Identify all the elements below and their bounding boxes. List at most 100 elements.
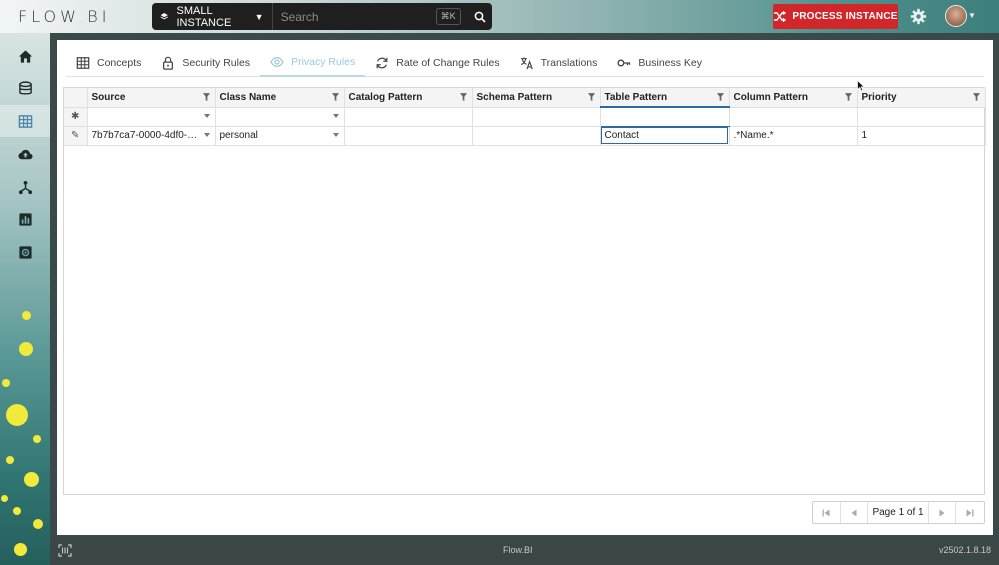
edit-row-marker: ✎ xyxy=(64,126,88,146)
column-header-priority[interactable]: Priority xyxy=(857,88,986,108)
instance-search-bar: SMALL INSTANCE ▼ ⌘K xyxy=(152,3,492,30)
header-row: Source Class Name Catalog Pattern Schema… xyxy=(64,88,986,108)
main-panel: Concepts Security Rules Privacy Rules Ra… xyxy=(57,40,993,535)
filter-icon[interactable] xyxy=(844,93,852,101)
column-header-table-pattern[interactable]: Table Pattern xyxy=(600,88,730,108)
chart-icon xyxy=(18,212,32,226)
graph-icon xyxy=(18,180,32,194)
process-instance-button[interactable]: PROCESS INSTANCE xyxy=(773,4,898,29)
dropdown-arrow-icon[interactable] xyxy=(332,132,339,137)
new-source-cell[interactable] xyxy=(87,107,216,127)
filter-icon[interactable] xyxy=(331,93,339,101)
app-version: v2502.1.8.18 xyxy=(938,545,991,555)
top-bar: FLOW.BI SMALL INSTANCE ▼ ⌘K PROCESS INST… xyxy=(0,0,999,33)
next-page-button[interactable] xyxy=(929,502,957,523)
footer-brand: Flow.BI xyxy=(503,545,533,555)
tab-label: Business Key xyxy=(638,57,703,69)
rules-table: Source Class Name Catalog Pattern Schema… xyxy=(64,88,986,146)
table-icon xyxy=(76,57,90,69)
decor-dot xyxy=(6,456,14,464)
filter-icon[interactable] xyxy=(587,93,595,101)
new-column-pattern-cell[interactable] xyxy=(729,107,858,127)
column-header-schema-pattern[interactable]: Schema Pattern xyxy=(472,88,601,108)
chevron-down-icon: ▼ xyxy=(254,11,264,22)
tab-security-rules[interactable]: Security Rules xyxy=(151,49,260,77)
sidebar-item-upload[interactable] xyxy=(0,138,50,170)
class-name-cell[interactable]: personal xyxy=(215,126,345,146)
instance-selector[interactable]: SMALL INSTANCE ▼ xyxy=(152,3,273,30)
sidebar-item-database[interactable] xyxy=(0,72,50,104)
new-schema-pattern-cell[interactable] xyxy=(472,107,601,127)
search-button[interactable] xyxy=(469,3,492,30)
instance-label: SMALL INSTANCE xyxy=(176,4,232,29)
rule-tabs: Concepts Security Rules Privacy Rules Ra… xyxy=(66,49,984,77)
shortcut-hint: ⌘K xyxy=(435,8,461,25)
eye-icon xyxy=(270,57,284,67)
search-input[interactable] xyxy=(272,3,436,30)
shuffle-icon xyxy=(774,11,787,22)
previous-page-icon xyxy=(851,509,857,516)
first-page-button[interactable] xyxy=(813,502,841,523)
new-priority-cell[interactable] xyxy=(857,107,986,127)
new-class-name-cell[interactable] xyxy=(215,107,345,127)
column-header-column-pattern[interactable]: Column Pattern xyxy=(729,88,858,108)
column-header-catalog-pattern[interactable]: Catalog Pattern xyxy=(344,88,473,108)
catalog-pattern-cell[interactable] xyxy=(344,126,473,146)
previous-page-button[interactable] xyxy=(841,502,869,523)
new-table-pattern-cell[interactable] xyxy=(600,107,730,127)
cloud-upload-icon xyxy=(17,149,33,159)
table-pattern-cell[interactable]: Contact xyxy=(600,126,730,146)
settings-gear-icon[interactable] xyxy=(910,8,927,25)
sidebar-item-settings[interactable] xyxy=(0,236,50,268)
home-icon xyxy=(18,49,32,63)
column-header-class-name[interactable]: Class Name xyxy=(215,88,345,108)
dropdown-arrow-icon[interactable] xyxy=(332,113,339,118)
schema-pattern-cell[interactable] xyxy=(472,126,601,146)
column-label: Table Pattern xyxy=(604,91,668,103)
lock-icon xyxy=(163,56,174,70)
tab-rate-of-change-rules[interactable]: Rate of Change Rules xyxy=(365,49,509,77)
decor-dot xyxy=(13,507,21,515)
chevron-down-icon[interactable]: ▼ xyxy=(968,11,976,20)
new-catalog-pattern-cell[interactable] xyxy=(344,107,473,127)
sidebar-item-tables[interactable] xyxy=(0,105,50,137)
row-header-corner xyxy=(64,88,88,108)
decor-dot xyxy=(24,472,39,487)
pagination: Page 1 of 1 xyxy=(812,501,985,524)
scan-icon[interactable] xyxy=(58,544,72,557)
sidebar xyxy=(0,33,50,565)
first-page-icon xyxy=(822,509,830,516)
decor-dot xyxy=(33,435,41,443)
column-header-source[interactable]: Source xyxy=(87,88,216,108)
decor-dot xyxy=(14,543,27,556)
filter-icon[interactable] xyxy=(202,93,210,101)
status-footer: Flow.BI v2502.1.8.18 xyxy=(50,536,999,565)
table-row[interactable]: ✎ 7b7b7ca7-0000-4df0-… personal Contact … xyxy=(64,126,986,146)
tab-business-key[interactable]: Business Key xyxy=(607,49,712,77)
tab-concepts[interactable]: Concepts xyxy=(66,49,151,77)
column-label: Schema Pattern xyxy=(476,91,553,103)
sidebar-item-lineage[interactable] xyxy=(0,171,50,203)
decor-dot xyxy=(33,519,43,529)
last-page-button[interactable] xyxy=(956,502,984,523)
cell-value: 7b7b7ca7-0000-4df0-… xyxy=(91,130,198,141)
sidebar-item-reports[interactable] xyxy=(0,203,50,235)
filter-icon[interactable] xyxy=(716,93,724,101)
priority-cell[interactable]: 1 xyxy=(857,126,986,146)
decor-dot xyxy=(1,495,8,502)
app-logo[interactable]: FLOW.BI xyxy=(18,7,110,26)
translate-icon xyxy=(520,57,533,70)
source-cell[interactable]: 7b7b7ca7-0000-4df0-… xyxy=(87,126,216,146)
filter-icon[interactable] xyxy=(972,93,980,101)
cell-value: personal xyxy=(219,130,258,141)
dropdown-arrow-icon[interactable] xyxy=(203,113,210,118)
tab-privacy-rules[interactable]: Privacy Rules xyxy=(260,49,366,77)
next-page-icon xyxy=(939,509,945,516)
column-pattern-cell[interactable]: .*Name.* xyxy=(729,126,858,146)
filter-icon[interactable] xyxy=(459,93,467,101)
dropdown-arrow-icon[interactable] xyxy=(203,132,210,137)
tab-translations[interactable]: Translations xyxy=(510,49,608,77)
sidebar-item-home[interactable] xyxy=(0,40,50,72)
tab-label: Translations xyxy=(540,57,598,69)
user-avatar[interactable] xyxy=(945,5,967,27)
